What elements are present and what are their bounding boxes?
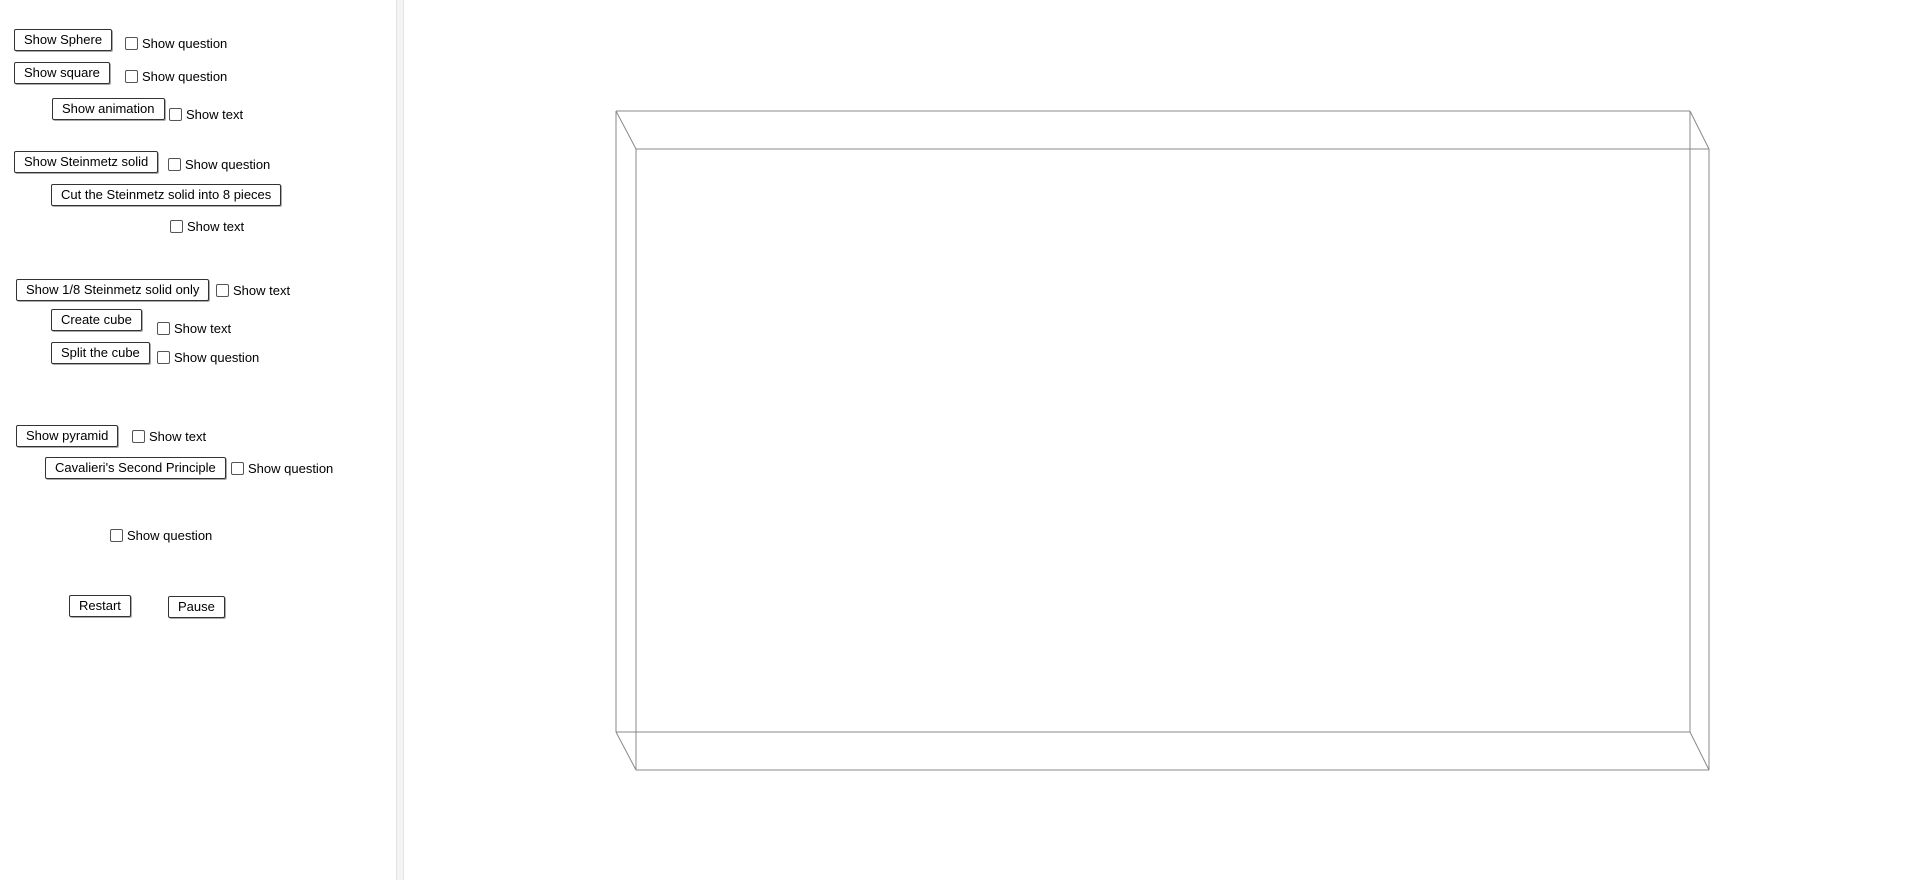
split-cube-button[interactable]: Split the cube: [51, 342, 150, 364]
box-edge: [1689, 731, 1710, 771]
restart-button[interactable]: Restart: [69, 595, 131, 617]
show-sphere-button[interactable]: Show Sphere: [14, 29, 113, 51]
cut-show-text-checkbox[interactable]: Show text: [170, 218, 244, 234]
checkbox-label: Show text: [174, 320, 232, 336]
checkbox-label: Show question: [142, 68, 228, 84]
checkbox-box[interactable]: [169, 107, 182, 121]
checkbox-box[interactable]: [157, 350, 170, 364]
box-edge: [1689, 110, 1710, 150]
show-animation-button[interactable]: Show animation: [52, 98, 165, 120]
app-window: Show Sphere Show question Show square Sh…: [0, 0, 1920, 880]
box-edge: [615, 110, 637, 150]
checkbox-box[interactable]: [216, 283, 229, 297]
bounding-box: [615, 110, 1710, 771]
pause-button[interactable]: Pause: [168, 596, 225, 618]
checkbox-label: Show question: [248, 460, 334, 476]
bounding-box-drawing: [615, 110, 1710, 771]
box-edge: [615, 731, 637, 771]
checkbox-box[interactable]: [157, 321, 170, 335]
checkbox-label: Show text: [187, 218, 245, 234]
create-cube-button[interactable]: Create cube: [51, 309, 142, 331]
checkbox-label: Show text: [149, 428, 207, 444]
cut-steinmetz-button[interactable]: Cut the Steinmetz solid into 8 pieces: [51, 184, 282, 206]
checkbox-box[interactable]: [132, 429, 145, 443]
eighth-show-text-checkbox[interactable]: Show text: [216, 282, 290, 298]
checkbox-box[interactable]: [125, 69, 138, 83]
control-panel: Show Sphere Show question Show square Sh…: [0, 0, 397, 880]
cavalieri-button[interactable]: Cavalieri's Second Principle: [45, 457, 226, 479]
show-pyramid-button[interactable]: Show pyramid: [16, 425, 119, 447]
checkbox-label: Show text: [186, 106, 244, 122]
show-square-button[interactable]: Show square: [14, 62, 110, 84]
checkbox-box[interactable]: [168, 157, 181, 171]
checkbox-label: Show question: [174, 349, 260, 365]
split-show-question-checkbox[interactable]: Show question: [157, 349, 259, 365]
checkbox-label: Show text: [233, 282, 291, 298]
3d-graphics-view[interactable]: [404, 0, 1920, 880]
checkbox-box[interactable]: [170, 219, 183, 233]
panel-divider[interactable]: [397, 0, 404, 880]
checkbox-label: Show question: [142, 35, 228, 51]
show-steinmetz-solid-button[interactable]: Show Steinmetz solid: [14, 151, 159, 173]
cube-show-text-checkbox[interactable]: Show text: [157, 320, 231, 336]
checkbox-label: Show question: [127, 527, 213, 543]
checkbox-box[interactable]: [125, 36, 138, 50]
animation-show-text-checkbox[interactable]: Show text: [169, 106, 243, 122]
steinmetz-show-question-checkbox[interactable]: Show question: [168, 156, 270, 172]
show-eighth-steinmetz-button[interactable]: Show 1/8 Steinmetz solid only: [16, 279, 210, 301]
pyramid-show-text-checkbox[interactable]: Show text: [132, 428, 206, 444]
final-show-question-checkbox[interactable]: Show question: [110, 527, 212, 543]
checkbox-box[interactable]: [231, 461, 244, 475]
sphere-show-question-checkbox[interactable]: Show question: [125, 35, 227, 51]
square-show-question-checkbox[interactable]: Show question: [125, 68, 227, 84]
checkbox-box[interactable]: [110, 528, 123, 542]
checkbox-label: Show question: [185, 156, 271, 172]
cavalieri-show-question-checkbox[interactable]: Show question: [231, 460, 333, 476]
